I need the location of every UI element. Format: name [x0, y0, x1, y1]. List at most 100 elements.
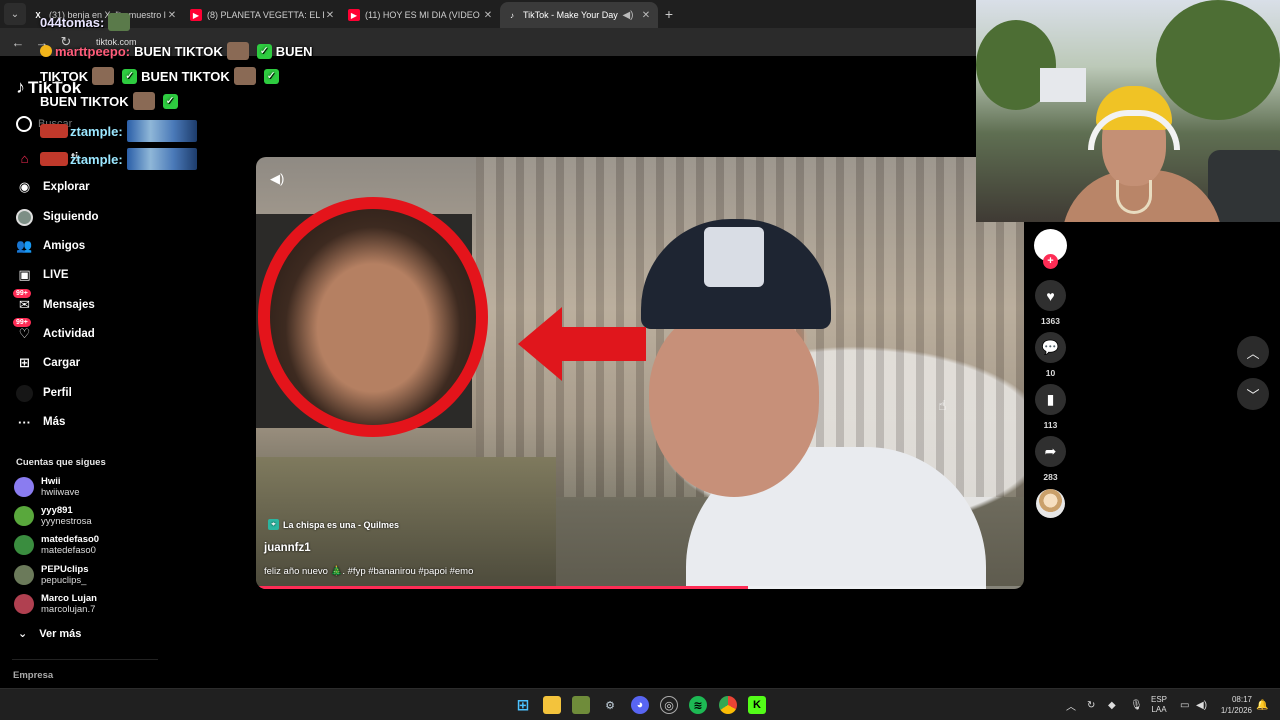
like-count: 1363	[1041, 316, 1060, 326]
red-arrow-head	[518, 307, 562, 381]
chat-message: TIKTOK	[40, 68, 89, 84]
location-pin-icon: ⌖	[268, 519, 279, 530]
red-circle-highlight	[258, 197, 488, 437]
messages-icon: ✉ 99+	[13, 288, 33, 314]
display-icon[interactable]: ▭	[1180, 689, 1189, 720]
new-tab-button[interactable]: +	[658, 6, 680, 22]
following-account[interactable]: yyy891 yyynestrosa	[14, 505, 92, 527]
sidebar-item-amigos[interactable]: 👥 Amigos	[16, 234, 85, 258]
speaker-icon[interactable]: ◀)	[622, 10, 634, 21]
avatar	[14, 477, 34, 497]
browser-tab-youtube-hoy[interactable]: ▶ (11) HOY ES MI DIA (VIDEO OF ✕	[342, 2, 500, 28]
language-code: ESP	[1151, 695, 1168, 704]
sidebar-item-label: LIVE	[43, 269, 69, 281]
video-progress-fill	[256, 586, 748, 589]
browser-tab-youtube-vegetta[interactable]: ▶ (8) PLANETA VEGETTA: EL PORT ✕	[184, 2, 342, 28]
following-account[interactable]: Hwii hwiiwave	[14, 476, 80, 498]
footer-link-empresa[interactable]: Empresa	[13, 670, 53, 681]
avatar	[14, 565, 34, 585]
sidebar-item-perfil[interactable]: Perfil	[16, 381, 72, 405]
video-player[interactable]: ◀) ⌖ La chispa es una - Quilmes juannfz1…	[256, 157, 1024, 589]
chat-emote	[126, 120, 197, 142]
sidebar-item-mensajes[interactable]: ✉ 99+ Mensajes	[13, 288, 95, 317]
webcam-chair	[1208, 150, 1280, 222]
video-author[interactable]: juannfz1	[264, 542, 311, 554]
network-shield-icon[interactable]: ◆	[1108, 689, 1116, 720]
share-button[interactable]: ➦ 283	[1034, 436, 1067, 482]
account-name: matedefaso0	[41, 534, 100, 545]
volume-icon[interactable]: ◀)	[270, 171, 284, 187]
tab-search-menu-button[interactable]: ⌄	[4, 3, 26, 25]
close-tab-icon[interactable]: ✕	[640, 10, 652, 21]
close-tab-icon[interactable]: ✕	[166, 10, 178, 21]
system-clock[interactable]: 08:17 1/1/2026	[1212, 694, 1252, 716]
following-account[interactable]: PEPUclips pepuclips_	[14, 564, 89, 586]
like-button[interactable]: ♥ 1363	[1034, 280, 1067, 326]
chat-message: BUEN TIKTOK	[141, 68, 230, 84]
account-handle: marcolujan.7	[41, 604, 96, 615]
minecraft-icon[interactable]	[572, 696, 590, 714]
account-handle: pepuclips_	[41, 575, 87, 586]
sidebar-item-explorar[interactable]: ◉ Explorar	[16, 175, 90, 199]
music-disc-icon[interactable]	[1036, 489, 1065, 518]
volume-icon[interactable]: ◀)	[1196, 689, 1207, 720]
steam-icon[interactable]: ⚙	[601, 696, 619, 714]
back-arrow-icon[interactable]: ←	[6, 35, 30, 50]
sidebar-divider	[12, 659, 158, 660]
following-account[interactable]: matedefaso0 matedefaso0	[14, 534, 99, 556]
chat-message: BUEN	[275, 43, 313, 59]
sidebar-item-label: Siguiendo	[43, 211, 99, 223]
youtube-icon: ▶	[190, 9, 202, 21]
notification-bell-icon[interactable]: 🔔	[1256, 689, 1268, 720]
search-icon	[16, 116, 32, 132]
comment-count: 10	[1045, 368, 1056, 378]
previous-video-button[interactable]: ︿	[1237, 336, 1269, 368]
check-emote-icon: ✓	[263, 68, 279, 84]
webcam-house	[1040, 68, 1086, 102]
chat-username: marttpeepo:	[55, 43, 131, 59]
following-account[interactable]: Marco Lujan marcolujan.7	[14, 593, 97, 615]
account-name: Hwii	[41, 476, 61, 487]
video-location[interactable]: ⌖ La chispa es una - Quilmes	[268, 519, 399, 530]
save-count: 113	[1043, 420, 1058, 430]
windows-taskbar: ⊞ ⚙ ◕ ◎ ≋ K ︿ ↻ ◆ 🎙 ESP LAA ▭ ◀) 08:17 1…	[0, 688, 1280, 720]
sidebar-item-actividad[interactable]: ♡ 99+ Actividad	[13, 317, 95, 346]
sidebar-item-siguiendo[interactable]: Siguiendo	[16, 205, 99, 229]
tray-chevron-up-icon[interactable]: ︿	[1066, 689, 1076, 720]
friends-icon: 👥	[16, 238, 33, 253]
save-button[interactable]: ▮ 113	[1034, 384, 1067, 430]
sync-icon[interactable]: ↻	[1087, 689, 1095, 720]
close-tab-icon[interactable]: ✕	[482, 10, 494, 21]
see-more-button[interactable]: ⌄ Ver más	[18, 627, 81, 641]
chat-username: 044tomas:	[40, 14, 105, 30]
language-indicator[interactable]: ESP LAA	[1151, 695, 1167, 715]
browser-tab-tiktok[interactable]: ♪ TikTok - Make Your Day ◀) ✕	[500, 2, 658, 28]
hand-cursor-icon: ☝	[938, 397, 947, 413]
browser-tab-bar: ⌄ X (31) benja en X: "te muestro la ✕ ▶ …	[0, 0, 976, 28]
tiktok-icon: ♪	[510, 10, 514, 20]
chrome-icon[interactable]	[719, 696, 737, 714]
following-header: Cuentas que sigues	[16, 457, 106, 468]
sidebar-item-live[interactable]: ▣ LIVE	[16, 263, 69, 287]
comment-button[interactable]: 💬 10	[1034, 332, 1067, 378]
sidebar-item-mas[interactable]: ··· Más	[16, 410, 65, 434]
follow-plus-icon[interactable]: +	[1043, 254, 1058, 269]
sidebar-item-label: Perfil	[43, 387, 72, 399]
obs-icon[interactable]: ◎	[660, 696, 678, 714]
sidebar-item-cargar[interactable]: ⊞ Cargar	[16, 351, 80, 375]
video-progress-bar[interactable]	[256, 586, 1024, 589]
microphone-icon[interactable]: 🎙	[1130, 689, 1143, 720]
close-tab-icon[interactable]: ✕	[324, 10, 336, 21]
chat-line: 044tomas:	[40, 13, 134, 31]
video-caption[interactable]: feliz año nuevo 🎄. #fyp #bananirou #papo…	[264, 566, 473, 577]
file-explorer-icon[interactable]	[543, 696, 561, 714]
avatar	[14, 506, 34, 526]
chat-emote	[132, 92, 155, 110]
windows-start-icon[interactable]: ⊞	[514, 696, 532, 714]
tab-title: (11) HOY ES MI DIA (VIDEO OF	[365, 10, 482, 20]
discord-icon[interactable]: ◕	[631, 696, 649, 714]
next-video-button[interactable]: ﹀	[1237, 378, 1269, 410]
share-arrow-icon: ➦	[1035, 436, 1066, 467]
kick-icon[interactable]: K	[748, 696, 766, 714]
spotify-icon[interactable]: ≋	[689, 696, 707, 714]
